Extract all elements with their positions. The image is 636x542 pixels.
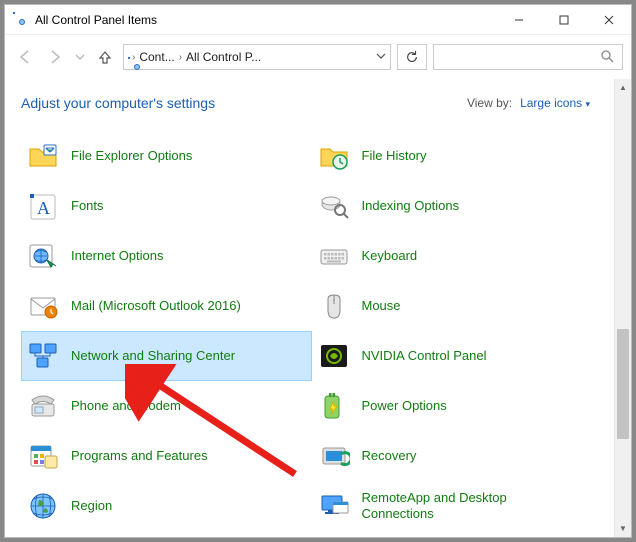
vertical-scrollbar[interactable]: ▲ ▼ — [614, 79, 631, 537]
content-area: Adjust your computer's settings View by:… — [5, 79, 631, 537]
item-label: Region — [71, 498, 112, 514]
up-button[interactable] — [93, 45, 117, 69]
remoteapp-icon — [318, 490, 350, 522]
recent-locations-button[interactable] — [73, 45, 87, 69]
titlebar: All Control Panel Items — [5, 5, 631, 35]
internet-options-icon — [27, 240, 59, 272]
search-box[interactable] — [433, 44, 623, 70]
chevron-right-icon[interactable]: › — [179, 52, 182, 63]
page-heading: Adjust your computer's settings — [21, 95, 215, 111]
scroll-down-button[interactable]: ▼ — [615, 520, 631, 537]
control-panel-item[interactable]: Mouse — [312, 281, 603, 331]
main-panel: Adjust your computer's settings View by:… — [5, 79, 614, 537]
control-panel-item[interactable]: Recovery — [312, 431, 603, 481]
fonts-icon: A — [27, 190, 59, 222]
window-controls — [496, 5, 631, 34]
control-panel-window: All Control Panel Items — [4, 4, 632, 538]
search-icon — [600, 49, 614, 66]
item-label: File Explorer Options — [71, 148, 192, 164]
power-icon — [318, 390, 350, 422]
chevron-down-icon: ▾ — [585, 99, 590, 109]
item-label: Mail (Microsoft Outlook 2016) — [71, 298, 241, 314]
nvidia-icon — [318, 340, 350, 372]
mouse-icon — [318, 290, 350, 322]
control-panel-item[interactable]: NVIDIA Control Panel — [312, 331, 603, 381]
item-label: Fonts — [71, 198, 104, 214]
window-title: All Control Panel Items — [35, 13, 157, 27]
control-panel-item[interactable]: A Fonts — [21, 181, 312, 231]
view-by-label: View by: — [467, 96, 512, 110]
maximize-button[interactable] — [541, 5, 586, 34]
control-panel-item[interactable]: File Explorer Options — [21, 131, 312, 181]
control-panel-item[interactable]: Network and Sharing Center — [21, 331, 312, 381]
indexing-icon — [318, 190, 350, 222]
item-label: Programs and Features — [71, 448, 208, 464]
items-grid: File Explorer Options File History A Fonts I… — [21, 131, 614, 531]
control-panel-item[interactable]: Indexing Options — [312, 181, 603, 231]
folder-options-icon — [27, 140, 59, 172]
scrollbar-thumb[interactable] — [617, 329, 629, 439]
control-panel-item[interactable]: RemoteApp and Desktop Connections — [312, 481, 603, 531]
item-label: Indexing Options — [362, 198, 460, 214]
breadcrumb-control-panel[interactable]: Cont... — [139, 50, 174, 64]
address-bar[interactable]: › Cont... › All Control P... — [123, 44, 391, 70]
forward-button[interactable] — [43, 45, 67, 69]
network-icon — [27, 340, 59, 372]
close-button[interactable] — [586, 5, 631, 34]
control-panel-item[interactable]: Mail (Microsoft Outlook 2016) — [21, 281, 312, 331]
control-panel-item[interactable]: Internet Options — [21, 231, 312, 281]
mail-icon — [27, 290, 59, 322]
navigation-toolbar: › Cont... › All Control P... — [5, 35, 631, 79]
recovery-icon — [318, 440, 350, 472]
item-label: Phone and Modem — [71, 398, 181, 414]
item-label: Keyboard — [362, 248, 418, 264]
phone-icon — [27, 390, 59, 422]
item-label: Power Options — [362, 398, 447, 414]
refresh-button[interactable] — [397, 44, 427, 70]
view-by-value: Large icons ▾ — [520, 96, 590, 110]
chevron-right-icon[interactable]: › — [132, 52, 135, 63]
control-panel-item[interactable]: Power Options — [312, 381, 603, 431]
scroll-up-button[interactable]: ▲ — [615, 79, 631, 96]
file-history-icon — [318, 140, 350, 172]
control-panel-item[interactable]: Region — [21, 481, 312, 531]
control-panel-item[interactable]: File History — [312, 131, 603, 181]
control-panel-icon — [13, 12, 29, 28]
programs-icon — [27, 440, 59, 472]
keyboard-icon — [318, 240, 350, 272]
control-panel-item[interactable]: Programs and Features — [21, 431, 312, 481]
item-label: Network and Sharing Center — [71, 348, 235, 364]
chevron-down-icon[interactable] — [376, 50, 386, 64]
item-label: File History — [362, 148, 427, 164]
item-label: Internet Options — [71, 248, 164, 264]
back-button[interactable] — [13, 45, 37, 69]
item-label: RemoteApp and Desktop Connections — [362, 490, 542, 521]
svg-text:A: A — [37, 198, 50, 218]
item-label: Mouse — [362, 298, 401, 314]
region-icon — [27, 490, 59, 522]
item-label: NVIDIA Control Panel — [362, 348, 487, 364]
breadcrumb-all-items[interactable]: All Control P... — [186, 50, 261, 64]
control-panel-item[interactable]: Keyboard — [312, 231, 603, 281]
minimize-button[interactable] — [496, 5, 541, 34]
item-label: Recovery — [362, 448, 417, 464]
view-by-selector[interactable]: View by: Large icons ▾ — [467, 96, 590, 110]
control-panel-item[interactable]: Phone and Modem — [21, 381, 312, 431]
